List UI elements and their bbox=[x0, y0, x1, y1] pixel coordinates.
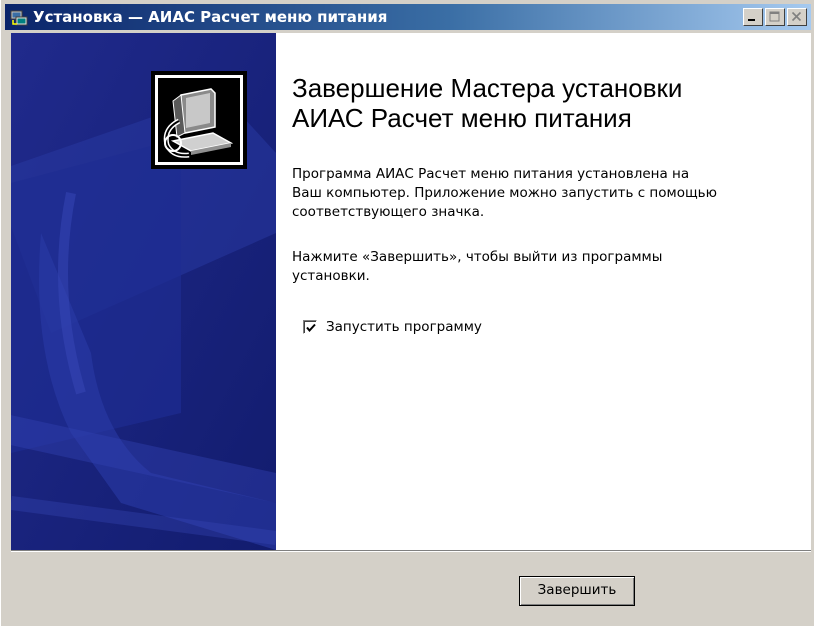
checkmark-icon bbox=[306, 323, 316, 333]
launch-program-option[interactable]: Запустить программу bbox=[303, 318, 482, 336]
paragraph2-line: Нажмите «Завершить», чтобы выйти из прог… bbox=[292, 249, 663, 265]
paragraph1-line: Программа АИАС Расчет меню питания устан… bbox=[292, 166, 690, 182]
launch-program-label[interactable]: Запустить программу bbox=[326, 318, 482, 336]
setup-icon bbox=[10, 8, 28, 26]
finish-heading: Завершение Мастера установки АИАС Расчет… bbox=[292, 73, 802, 133]
paragraph2-line: установки. bbox=[292, 268, 370, 284]
paragraph1-line: соответствующего значка. bbox=[292, 204, 485, 220]
minimize-button[interactable] bbox=[743, 8, 763, 26]
heading-line-2: АИАС Расчет меню питания bbox=[292, 103, 632, 133]
minimize-icon bbox=[748, 19, 755, 21]
close-icon bbox=[791, 11, 802, 22]
heading-line-1: Завершение Мастера установки bbox=[292, 73, 683, 103]
install-complete-text: Программа АИАС Расчет меню питания устан… bbox=[292, 165, 807, 222]
title-bar[interactable]: Установка — АИАС Расчет меню питания bbox=[5, 4, 811, 30]
maximize-icon bbox=[769, 11, 780, 22]
maximize-button[interactable] bbox=[765, 8, 785, 26]
launch-program-checkbox[interactable] bbox=[303, 320, 317, 334]
finish-instruction-text: Нажмите «Завершить», чтобы выйти из прог… bbox=[292, 248, 807, 286]
window-title: Установка — АИАС Расчет меню питания bbox=[33, 8, 388, 26]
window-controls bbox=[741, 8, 807, 26]
wizard-side-banner bbox=[11, 33, 276, 550]
setup-computer-icon bbox=[151, 71, 247, 169]
wizard-content: Завершение Мастера установки АИАС Расчет… bbox=[11, 33, 811, 550]
paragraph1-line: Ваш компьютер. Приложение можно запустит… bbox=[292, 185, 717, 201]
installer-window: Установка — АИАС Расчет меню питания Зав… bbox=[0, 0, 814, 626]
close-button[interactable] bbox=[787, 8, 807, 26]
finish-button[interactable]: Завершить bbox=[519, 576, 635, 606]
footer-separator bbox=[11, 550, 811, 552]
